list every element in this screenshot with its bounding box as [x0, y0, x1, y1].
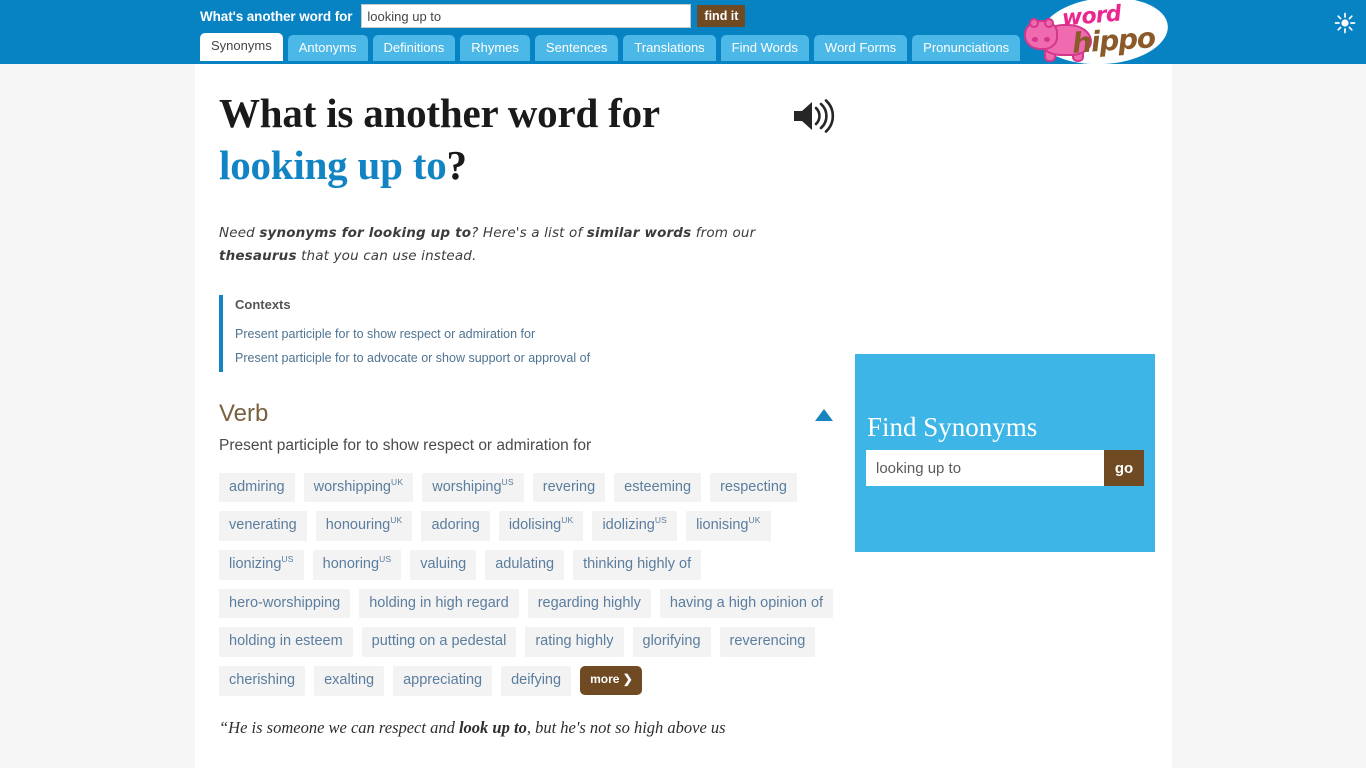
synonym-region-tag: US — [379, 554, 392, 565]
lede-part-4: similar words — [586, 224, 692, 241]
synonym-region-tag: UK — [390, 515, 403, 526]
synonym-region-tag: UK — [561, 515, 574, 526]
tab-rhymes[interactable]: Rhymes — [460, 35, 530, 61]
synonym-chip[interactable]: adoring — [421, 511, 490, 541]
tab-sentences[interactable]: Sentences — [534, 35, 619, 61]
find-synonyms-input[interactable] — [866, 450, 1104, 486]
synonym-chip[interactable]: honoringUS — [312, 549, 402, 580]
lede-part-6: thesaurus — [219, 248, 297, 265]
find-synonyms-title: Find Synonyms — [867, 412, 1038, 442]
find-it-button[interactable]: find it — [697, 5, 746, 27]
page-title-prefix: What is another word for — [219, 90, 660, 136]
example-quote: “He is someone we can respect and look u… — [219, 716, 844, 741]
quote-part-1: “He is someone we can respect and — [219, 717, 459, 737]
synonym-chip[interactable]: deifying — [501, 665, 572, 696]
synonym-chip[interactable]: revering — [532, 472, 606, 503]
lede-part-5: from our — [691, 224, 756, 241]
tab-pronunciations[interactable]: Pronunciations — [912, 35, 1021, 61]
find-synonyms-box: Find Synonyms go — [855, 354, 1155, 552]
synonym-chip[interactable]: regarding highly — [527, 588, 651, 619]
tab-synonyms[interactable]: Synonyms — [200, 33, 283, 61]
synonym-chip[interactable]: putting on a pedestal — [361, 627, 517, 657]
find-synonyms-form: go — [866, 450, 1144, 486]
contexts-heading: Contexts — [235, 297, 291, 313]
synonym-chip[interactable]: worshipingUS — [422, 472, 524, 503]
nav-tabs: Synonyms Antonyms Definitions Rhymes Sen… — [200, 33, 1021, 61]
synonym-region-tag: US — [654, 515, 668, 526]
contexts-block: Contexts Present participle for to show … — [219, 295, 859, 372]
synonym-chip[interactable]: honouringUK — [315, 511, 413, 541]
synonym-chip[interactable]: rating highly — [525, 627, 624, 657]
synonym-chip[interactable]: cherishing — [219, 665, 306, 696]
synonym-chip[interactable]: having a high opinion of — [659, 588, 834, 619]
synonym-chip[interactable]: hero-worshipping — [219, 588, 351, 619]
more-synonyms-button[interactable]: more ❯ — [580, 665, 642, 695]
synonym-region-tag: US — [281, 554, 294, 565]
page-title: What is another word for looking up to? — [219, 87, 859, 192]
wordhippo-logo[interactable]: word hippo — [1012, 0, 1187, 70]
synonym-chip-list: admiring worshippingUK worshipingUS reverin… — [219, 472, 839, 696]
synonym-chip[interactable]: esteeming — [614, 472, 702, 503]
lede-part-1: Need — [219, 224, 260, 241]
article-content: What is another word for looking up to ? … — [219, 87, 859, 740]
synonym-chip[interactable]: respecting — [710, 472, 797, 503]
tab-definitions[interactable]: Definitions — [372, 35, 456, 61]
part-of-speech-title: Verb — [219, 399, 269, 427]
header-search-label: What's another word for — [200, 8, 353, 24]
synonym-chip[interactable]: admiring — [219, 472, 295, 503]
intro-paragraph: Need synonyms for looking up to? Here's … — [219, 222, 833, 268]
synonym-chip[interactable]: glorifying — [632, 627, 711, 657]
tab-translations[interactable]: Translations — [623, 35, 716, 61]
quote-highlight: look up to — [458, 717, 527, 737]
content-panel: What is another word for looking up to ? … — [195, 64, 1172, 768]
synonym-chip[interactable]: exalting — [314, 665, 385, 696]
synonym-chip[interactable]: lionisingUK — [686, 511, 771, 541]
synonym-region-tag: US — [501, 476, 514, 487]
synonym-chip[interactable]: holding in esteem — [219, 627, 353, 657]
synonym-chip[interactable]: idolizingUS — [592, 511, 678, 541]
context-link-1[interactable]: Present participle for to show respect o… — [235, 323, 859, 346]
context-link-2[interactable]: Present participle for to advocate or sh… — [235, 347, 859, 370]
synonym-region-tag: UK — [748, 515, 761, 526]
synonym-chip[interactable]: adulating — [485, 549, 565, 580]
synonym-chip[interactable]: holding in high regard — [359, 588, 519, 619]
synonym-chip[interactable]: reverencing — [719, 627, 816, 657]
speaker-icon[interactable] — [790, 96, 848, 142]
synonym-chip[interactable]: idolisingUK — [498, 511, 584, 541]
lede-part-2: synonyms for looking up to — [259, 224, 472, 241]
sun-icon[interactable] — [1334, 12, 1356, 34]
logo-hippo-text: hippo — [1070, 21, 1156, 60]
synonym-chip[interactable]: lionizingUS — [219, 549, 304, 580]
synonym-region-tag: UK — [391, 476, 404, 487]
synonym-chip[interactable]: appreciating — [393, 665, 493, 696]
header-search-row: What's another word for find it — [200, 4, 746, 28]
sense-description: Present participle for to show respect o… — [219, 436, 592, 454]
page-title-term: looking up to — [219, 142, 447, 189]
lede-part-7: that you can use instead. — [296, 248, 477, 265]
lede-part-3: ? Here's a list of — [471, 224, 587, 241]
go-button[interactable]: go — [1104, 450, 1144, 486]
page-title-qmark: ? — [446, 142, 468, 189]
triangle-up-icon[interactable] — [815, 408, 833, 421]
tab-word-forms[interactable]: Word Forms — [813, 35, 908, 61]
header-search-input[interactable] — [361, 4, 692, 28]
quote-part-3: , but he's not so high above us — [526, 717, 726, 737]
synonym-chip[interactable]: worshippingUK — [303, 472, 414, 503]
tab-find-words[interactable]: Find Words — [720, 35, 809, 61]
synonym-chip[interactable]: venerating — [219, 511, 307, 541]
tab-antonyms[interactable]: Antonyms — [287, 35, 368, 61]
synonym-chip[interactable]: valuing — [410, 549, 477, 580]
top-header-bar: What's another word for find it Synonyms… — [0, 0, 1366, 70]
synonym-chip[interactable]: thinking highly of — [573, 549, 702, 580]
part-of-speech-row: Verb — [219, 399, 833, 427]
